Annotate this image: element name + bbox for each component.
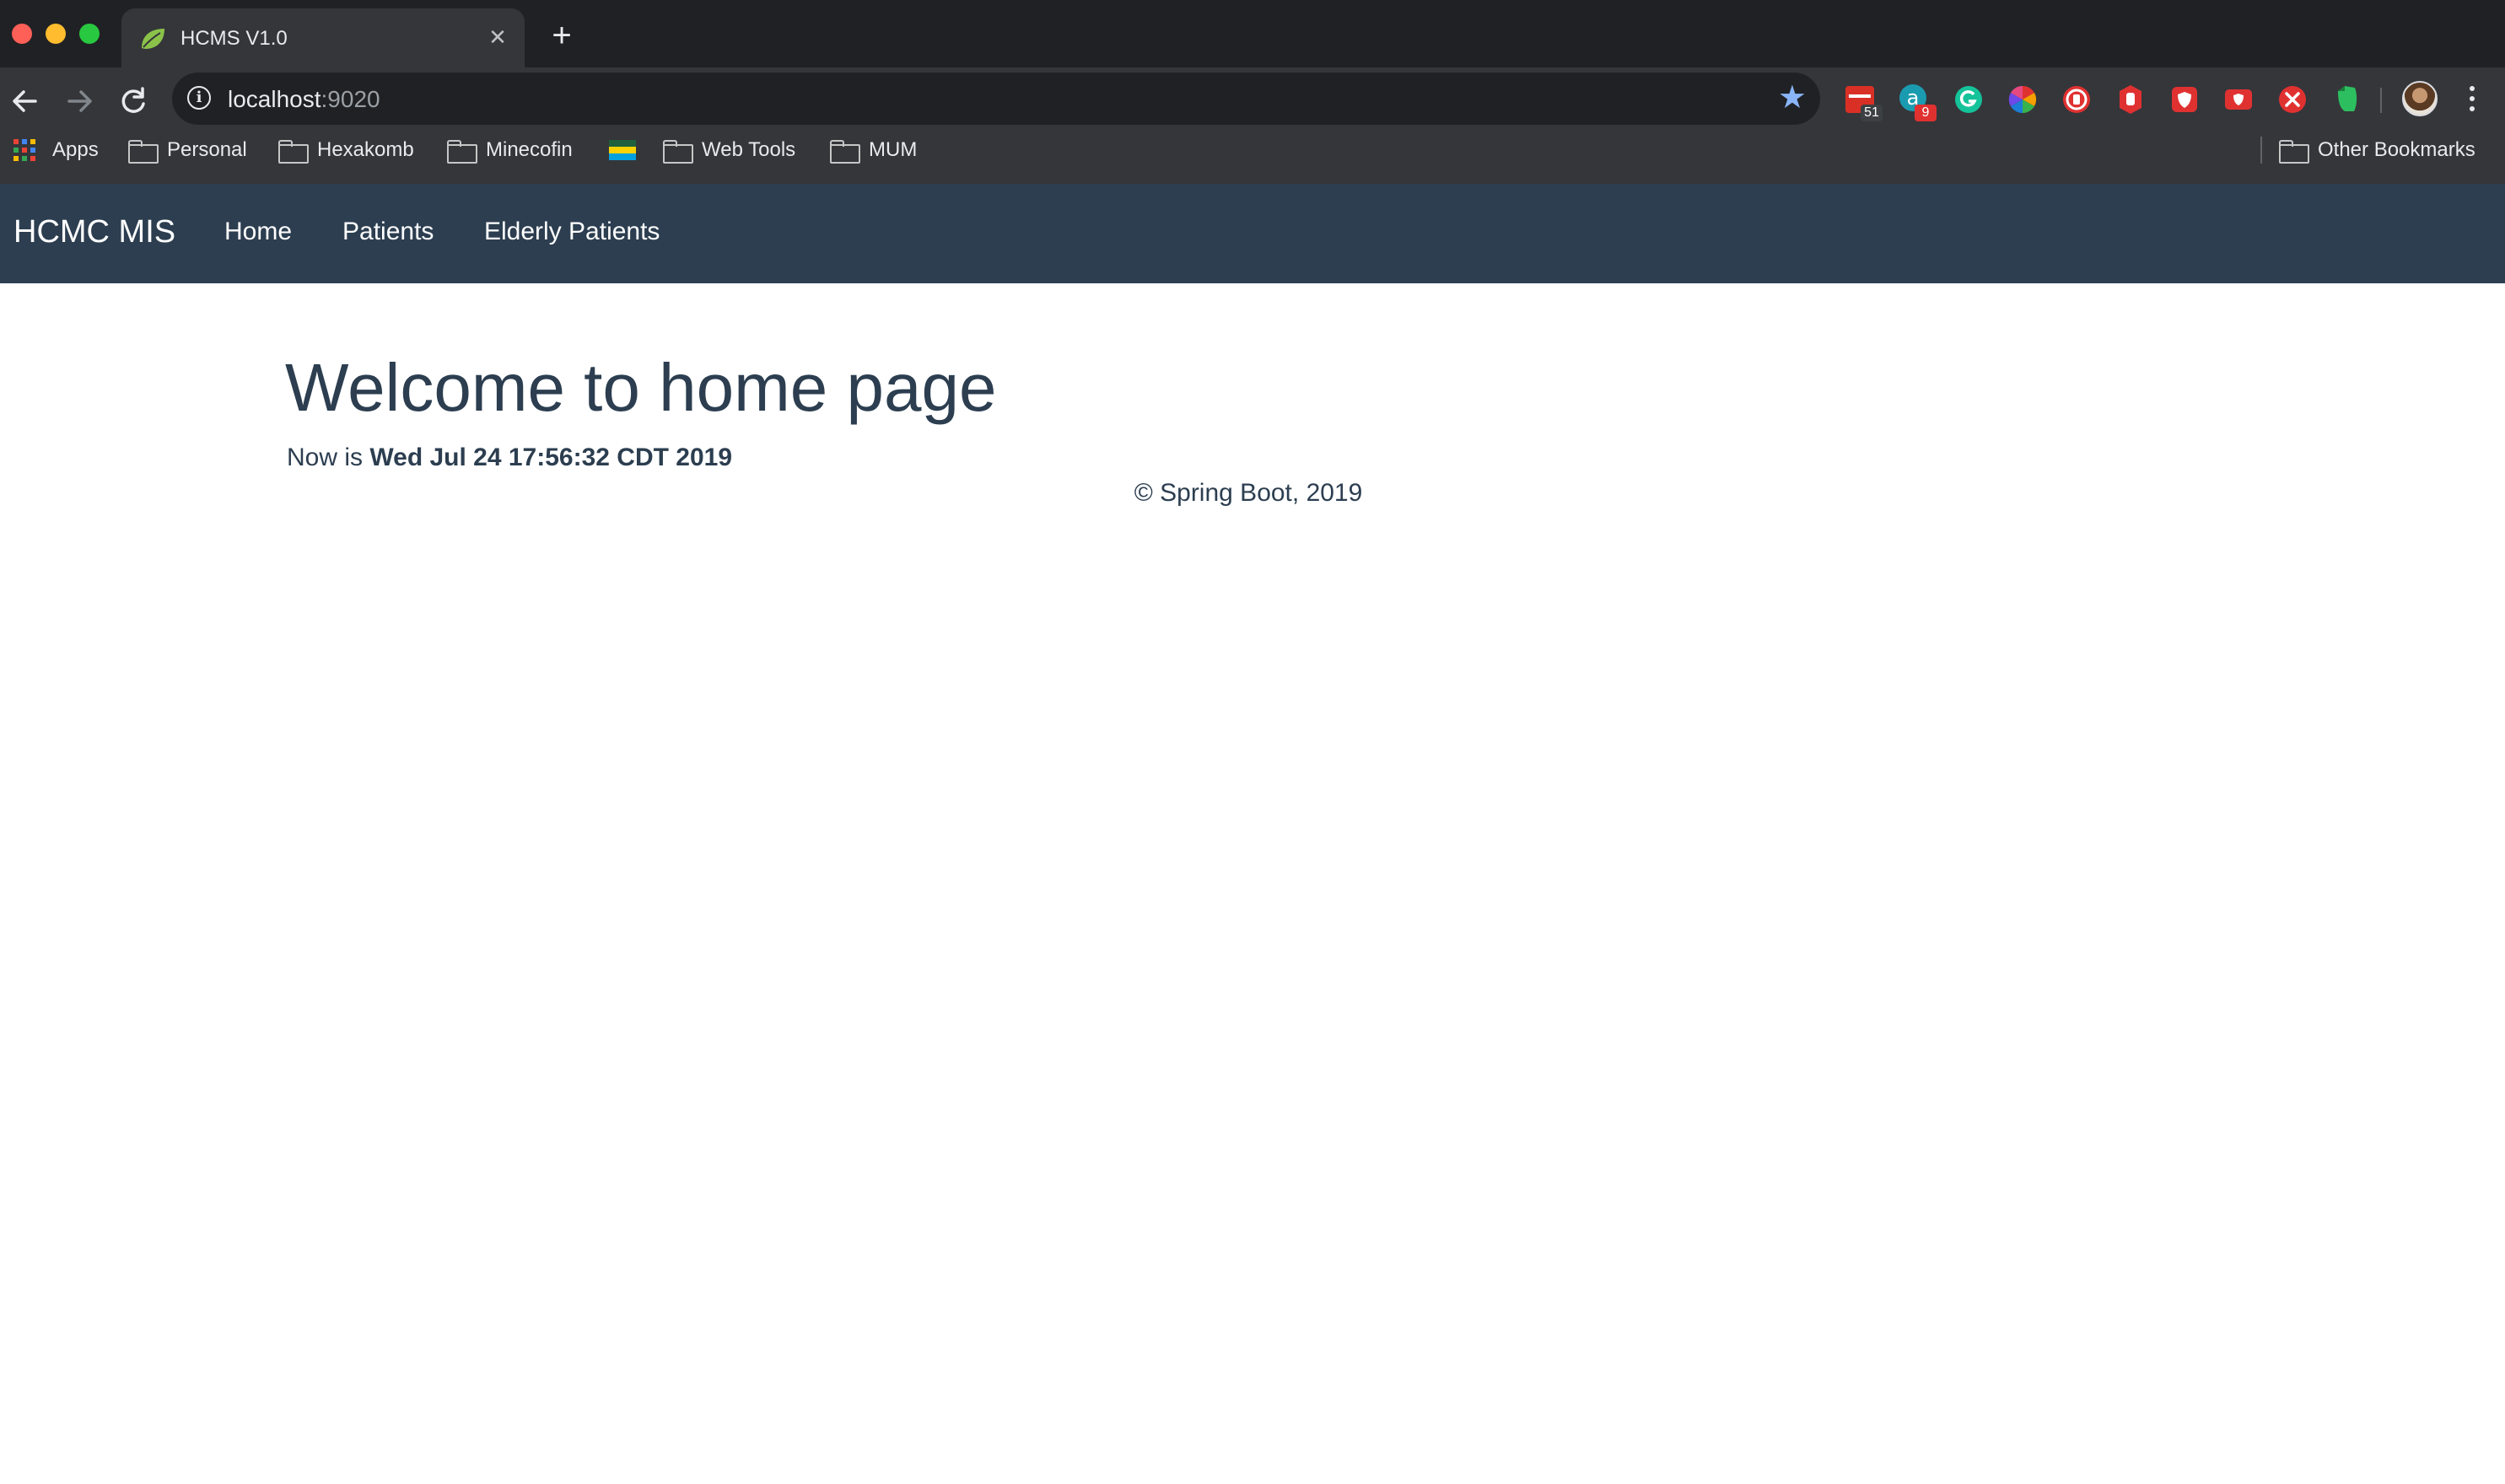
forward-button[interactable] [59, 81, 100, 121]
bookmark-other[interactable]: Other Bookmarks [2279, 133, 2475, 167]
bookmark-flag[interactable] [609, 133, 636, 167]
apps-grid-icon [13, 139, 35, 161]
forward-arrow-icon [67, 90, 92, 112]
shield-alt-icon[interactable] [2222, 83, 2255, 116]
folder-icon [830, 140, 860, 164]
bookmark-folder-web-tools[interactable]: Web Tools [663, 133, 795, 167]
browser-tab[interactable]: HCMS V1.0 ✕ [121, 8, 525, 67]
bookmark-label: Minecofin [486, 138, 573, 161]
window-zoom-button[interactable] [79, 24, 100, 44]
shield-icon[interactable] [2168, 83, 2201, 116]
current-time-line: Now is Wed Jul 24 17:56:32 CDT 2019 [287, 444, 732, 472]
stop-hand-icon[interactable] [2114, 83, 2147, 116]
bookmark-folder-mum[interactable]: MUM [830, 133, 917, 167]
toolbar-divider [2380, 88, 2382, 113]
adblock-icon[interactable] [2060, 83, 2093, 116]
tab-strip: HCMS V1.0 ✕ + [0, 0, 2505, 67]
site-info-icon[interactable]: i [187, 86, 211, 110]
block-x-icon[interactable] [2276, 83, 2309, 116]
a-extension-icon[interactable]: a 9 [1898, 83, 1937, 121]
bookmark-folder-personal[interactable]: Personal [128, 133, 247, 167]
folder-icon [663, 140, 693, 164]
calendar-extension-icon[interactable]: 51 [1844, 83, 1883, 121]
nav-home-link[interactable]: Home [224, 218, 292, 246]
page-title: Welcome to home page [285, 350, 997, 425]
app-navbar: HCMC MIS Home Patients Elderly Patients [0, 184, 2505, 283]
current-time-value: Wed Jul 24 17:56:32 CDT 2019 [369, 444, 733, 471]
back-button[interactable] [5, 81, 46, 121]
bookmark-label: Web Tools [702, 138, 796, 161]
page-footer: © Spring Boot, 2019 [1134, 479, 1363, 507]
new-tab-button[interactable]: + [545, 19, 579, 52]
reload-button[interactable] [113, 81, 154, 121]
extension-badge: 51 [1861, 105, 1883, 121]
bookmark-label: Personal [167, 138, 247, 161]
bookmark-star-icon[interactable]: ★ [1778, 79, 1807, 116]
bookmark-apps[interactable]: Apps [13, 133, 99, 167]
color-wheel-icon[interactable] [2006, 83, 2039, 116]
window-close-button[interactable] [12, 24, 32, 44]
spring-leaf-icon [142, 29, 164, 49]
brand-link[interactable]: HCMC MIS [13, 214, 175, 250]
bookmarks-divider [2260, 137, 2262, 164]
current-time-prefix: Now is [287, 444, 364, 471]
rwanda-flag-icon [609, 140, 636, 160]
nav-elderly-patients-link[interactable]: Elderly Patients [484, 218, 660, 246]
back-arrow-icon [13, 90, 37, 112]
evernote-icon[interactable] [2330, 83, 2363, 116]
reload-icon [121, 87, 145, 113]
bookmark-label: Apps [52, 138, 99, 161]
extension-badge: 9 [1915, 105, 1937, 121]
tab-close-icon[interactable]: ✕ [484, 24, 511, 51]
window-minimize-button[interactable] [46, 24, 66, 44]
browser-toolbar: i localhost:9020 ★ 51 a 9 Apps Personal … [0, 67, 2505, 192]
bookmark-label: Hexakomb [317, 138, 414, 161]
tab-title: HCMS V1.0 [180, 27, 288, 50]
url-text[interactable]: localhost:9020 [228, 86, 380, 113]
profile-avatar[interactable] [2402, 81, 2438, 116]
grammarly-icon[interactable] [1952, 83, 1985, 116]
bookmark-label: Other Bookmarks [2318, 138, 2475, 161]
nav-patients-link[interactable]: Patients [342, 218, 434, 246]
folder-icon [447, 140, 477, 164]
browser-menu-icon[interactable] [2459, 81, 2485, 118]
folder-icon [128, 140, 159, 164]
bookmark-folder-minecofin[interactable]: Minecofin [447, 133, 573, 167]
folder-icon [2279, 140, 2309, 164]
address-bar[interactable]: i localhost:9020 ★ [172, 73, 1820, 125]
bookmark-label: MUM [869, 138, 918, 161]
folder-icon [278, 140, 309, 164]
bookmark-folder-hexakomb[interactable]: Hexakomb [278, 133, 414, 167]
